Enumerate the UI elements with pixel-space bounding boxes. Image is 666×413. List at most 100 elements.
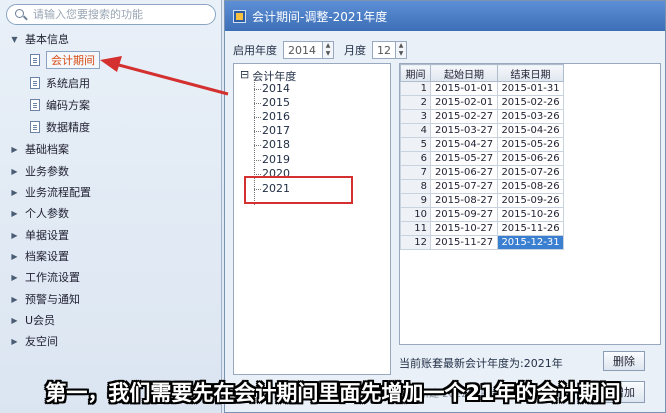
nav-group-label: 预警与通知 bbox=[25, 293, 80, 306]
table-row[interactable]: 11 2015-10-27 2015-11-26 bbox=[400, 221, 564, 236]
search-box[interactable] bbox=[6, 4, 216, 25]
end-date-cell[interactable]: 2015-04-26 bbox=[497, 123, 564, 138]
chevron-right-icon: ▶ bbox=[11, 315, 18, 325]
nav-group-friend-space[interactable]: ▶ 友空间 bbox=[10, 332, 58, 350]
end-date-cell[interactable]: 2015-01-31 bbox=[497, 81, 564, 96]
end-date-cell[interactable]: 2015-09-26 bbox=[497, 193, 564, 208]
nav-group-workflow-settings[interactable]: ▶ 工作流设置 bbox=[10, 268, 80, 286]
annotation-highlight-box bbox=[244, 176, 353, 204]
period-cell[interactable]: 3 bbox=[400, 109, 431, 124]
tree-year-node[interactable]: 2018 bbox=[254, 138, 290, 151]
period-cell[interactable]: 6 bbox=[400, 151, 431, 166]
end-date-cell[interactable]: 2015-07-26 bbox=[497, 165, 564, 180]
period-cell[interactable]: 12 bbox=[400, 235, 431, 250]
table-row[interactable]: 5 2015-04-27 2015-05-26 bbox=[400, 137, 564, 152]
spin-arrows-icon[interactable]: ▲ ▼ bbox=[323, 41, 334, 59]
start-date-cell[interactable]: 2015-03-27 bbox=[430, 123, 498, 138]
chevron-right-icon: ▶ bbox=[11, 272, 18, 282]
nav-group-archive-settings[interactable]: ▶ 档案设置 bbox=[10, 247, 69, 265]
start-date-cell[interactable]: 2015-06-27 bbox=[430, 165, 498, 180]
nav-item-coding-scheme[interactable]: 编码方案 bbox=[30, 96, 90, 114]
table-row[interactable]: 7 2015-06-27 2015-07-26 bbox=[400, 165, 564, 180]
period-cell[interactable]: 7 bbox=[400, 165, 431, 180]
nav-item-label: 数据精度 bbox=[46, 121, 90, 134]
period-table-body: 1 2015-01-01 2015-01-31 2 2015-02-01 2015-02-… bbox=[400, 81, 564, 250]
period-cell[interactable]: 9 bbox=[400, 193, 431, 208]
document-icon bbox=[30, 99, 40, 111]
tree-year-node[interactable]: 2019 bbox=[254, 153, 290, 166]
chevron-right-icon: ▶ bbox=[11, 294, 18, 304]
period-cell[interactable]: 10 bbox=[400, 207, 431, 222]
end-date-cell[interactable]: 2015-11-26 bbox=[497, 221, 564, 236]
nav-group-basic[interactable]: ▼ 基本信息 bbox=[10, 30, 69, 48]
nav-group-document-settings[interactable]: ▶ 单据设置 bbox=[10, 226, 69, 244]
nav-group-personal-params[interactable]: ▶ 个人参数 bbox=[10, 204, 69, 222]
start-year-input[interactable] bbox=[283, 41, 323, 59]
start-date-cell[interactable]: 2015-02-01 bbox=[430, 95, 498, 110]
chevron-right-icon: ▶ bbox=[11, 336, 18, 346]
nav-item-system-enable[interactable]: 系统启用 bbox=[30, 74, 90, 92]
start-year-spinner[interactable]: ▲▼ bbox=[283, 41, 334, 59]
end-date-cell[interactable]: 2015-02-26 bbox=[497, 95, 564, 110]
nav-group-basic-archive[interactable]: ▶ 基础档案 bbox=[10, 140, 69, 158]
table-row[interactable]: 6 2015-05-27 2015-06-26 bbox=[400, 151, 564, 166]
table-row[interactable]: 8 2015-07-27 2015-08-26 bbox=[400, 179, 564, 194]
period-cell[interactable]: 2 bbox=[400, 95, 431, 110]
column-header-start-date[interactable]: 起始日期 bbox=[430, 64, 498, 82]
dialog-titlebar: 会计期间-调整-2021年度 bbox=[225, 1, 665, 31]
nav-group-u-member[interactable]: ▶ U会员 bbox=[10, 311, 55, 329]
column-header-end-date[interactable]: 结束日期 bbox=[497, 64, 564, 82]
navigation-panel: ▼ 基本信息 会计期间 系统启用 编码方案 数据精度 ▶ 基础档案 ▶ 业务参数 ▶… bbox=[0, 0, 222, 413]
search-input[interactable] bbox=[33, 8, 203, 21]
chevron-right-icon: ▶ bbox=[11, 251, 18, 261]
period-grid: 期间 起始日期 结束日期 1 2015-01-01 2015-01-31 2 2015-… bbox=[399, 63, 661, 345]
start-date-cell[interactable]: 2015-02-27 bbox=[430, 109, 498, 124]
end-date-cell[interactable]: 2015-10-26 bbox=[497, 207, 564, 222]
collapse-icon[interactable]: ⊟ bbox=[240, 68, 249, 84]
month-input[interactable] bbox=[372, 41, 396, 59]
start-date-cell[interactable]: 2015-11-27 bbox=[430, 235, 498, 250]
period-cell[interactable]: 11 bbox=[400, 221, 431, 236]
column-header-period[interactable]: 期间 bbox=[400, 64, 431, 82]
table-row[interactable]: 1 2015-01-01 2015-01-31 bbox=[400, 81, 564, 96]
end-date-cell[interactable]: 2015-12-31 bbox=[497, 235, 564, 250]
table-row[interactable]: 9 2015-08-27 2015-09-26 bbox=[400, 193, 564, 208]
nav-group-label: 档案设置 bbox=[25, 250, 69, 263]
tree-year-node[interactable]: 2017 bbox=[254, 124, 290, 137]
app-icon bbox=[233, 9, 246, 23]
end-date-cell[interactable]: 2015-03-26 bbox=[497, 109, 564, 124]
table-row[interactable]: 3 2015-02-27 2015-03-26 bbox=[400, 109, 564, 124]
end-date-cell[interactable]: 2015-08-26 bbox=[497, 179, 564, 194]
nav-item-accounting-period[interactable]: 会计期间 bbox=[30, 51, 100, 69]
nav-group-alerts[interactable]: ▶ 预警与通知 bbox=[10, 290, 80, 308]
spin-arrows-icon[interactable]: ▲ ▼ bbox=[396, 41, 407, 59]
nav-group-label: U会员 bbox=[25, 314, 56, 327]
end-date-cell[interactable]: 2015-05-26 bbox=[497, 137, 564, 152]
nav-group-label: 友空间 bbox=[25, 335, 58, 348]
nav-group-business-params[interactable]: ▶ 业务参数 bbox=[10, 162, 69, 180]
table-row[interactable]: 2 2015-02-01 2015-02-26 bbox=[400, 95, 564, 110]
start-date-cell[interactable]: 2015-01-01 bbox=[430, 81, 498, 96]
nav-item-data-precision[interactable]: 数据精度 bbox=[30, 118, 90, 136]
table-row[interactable]: 10 2015-09-27 2015-10-26 bbox=[400, 207, 564, 222]
start-date-cell[interactable]: 2015-07-27 bbox=[430, 179, 498, 194]
period-cell[interactable]: 1 bbox=[400, 81, 431, 96]
table-row[interactable]: 12 2015-11-27 2015-12-31 bbox=[400, 235, 564, 250]
tree-year-node[interactable]: 2014 bbox=[254, 82, 290, 95]
nav-group-label: 业务参数 bbox=[25, 165, 69, 178]
start-date-cell[interactable]: 2015-05-27 bbox=[430, 151, 498, 166]
start-date-cell[interactable]: 2015-08-27 bbox=[430, 193, 498, 208]
nav-group-workflow-config[interactable]: ▶ 业务流程配置 bbox=[10, 183, 91, 201]
start-date-cell[interactable]: 2015-10-27 bbox=[430, 221, 498, 236]
start-date-cell[interactable]: 2015-09-27 bbox=[430, 207, 498, 222]
period-cell[interactable]: 5 bbox=[400, 137, 431, 152]
tree-year-node[interactable]: 2016 bbox=[254, 110, 290, 123]
month-spinner[interactable]: ▲▼ bbox=[372, 41, 407, 59]
table-row[interactable]: 4 2015-03-27 2015-04-26 bbox=[400, 123, 564, 138]
delete-button[interactable]: 删除 bbox=[603, 351, 645, 371]
start-date-cell[interactable]: 2015-04-27 bbox=[430, 137, 498, 152]
tree-year-node[interactable]: 2015 bbox=[254, 96, 290, 109]
end-date-cell[interactable]: 2015-06-26 bbox=[497, 151, 564, 166]
period-cell[interactable]: 8 bbox=[400, 179, 431, 194]
period-cell[interactable]: 4 bbox=[400, 123, 431, 138]
